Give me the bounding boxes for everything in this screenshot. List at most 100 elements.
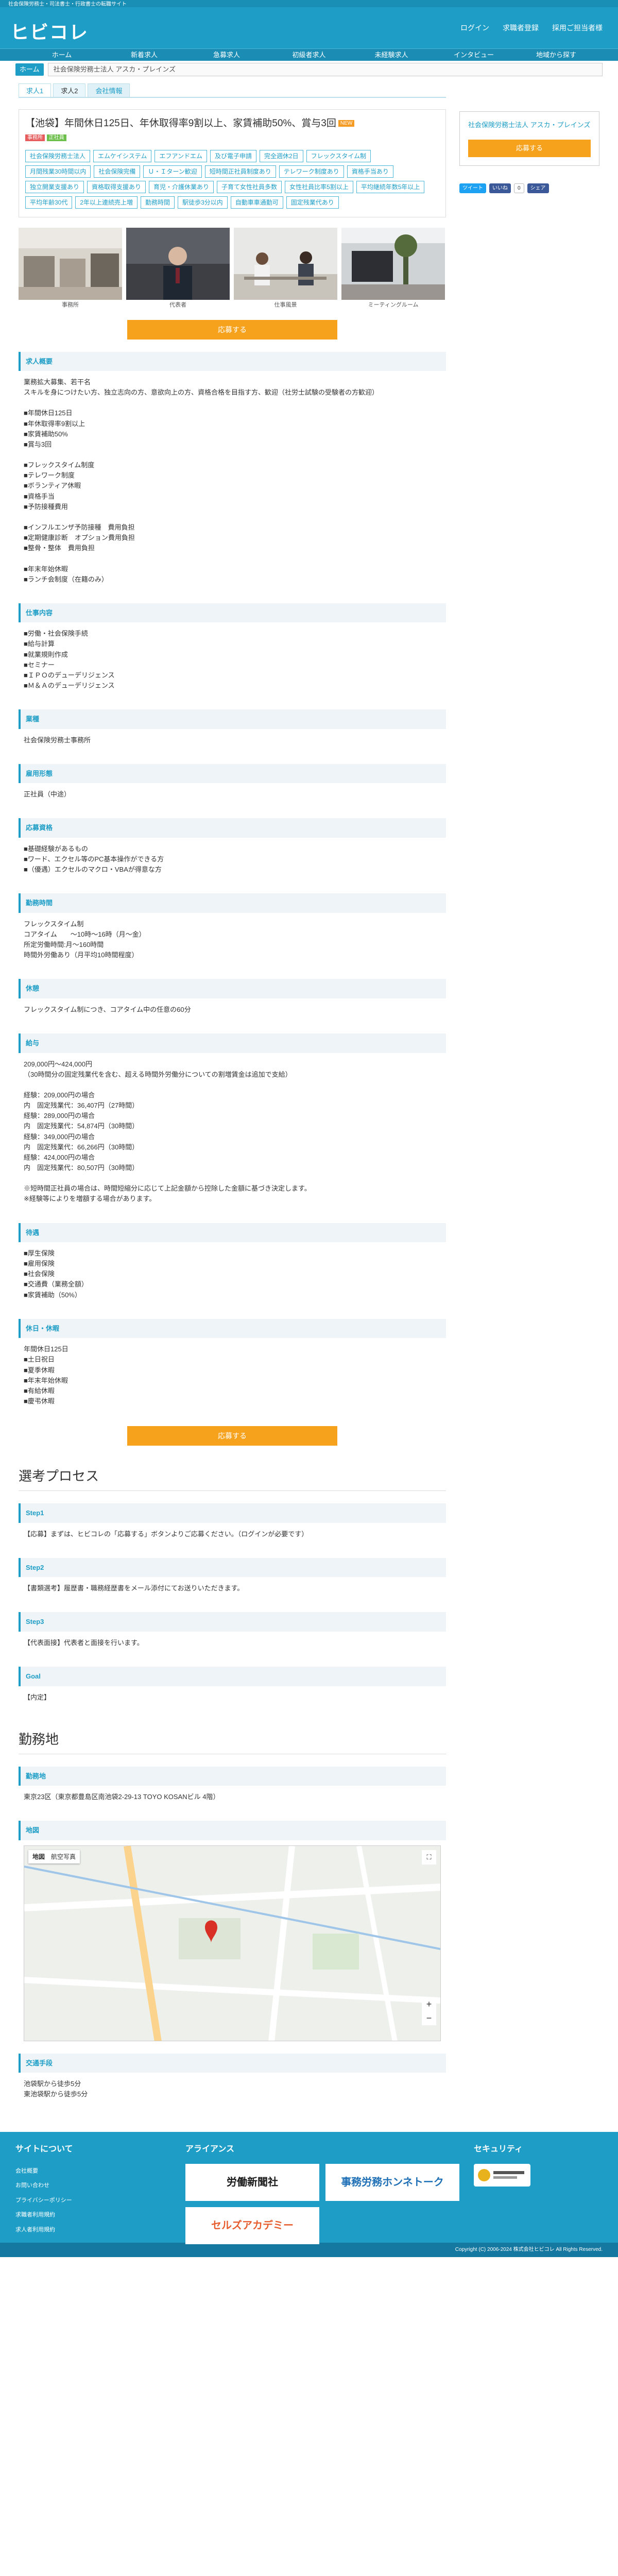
breadcrumb-current: 社会保険労務士法人 アスカ・プレインズ	[47, 63, 603, 76]
section-head: 求人概要	[19, 351, 446, 371]
job-sections: 求人概要 業務拡大募集、若干名 スキルを身につけたい方、独立志向の方、意欲向上の方…	[19, 351, 446, 1413]
zoom-control[interactable]: + −	[422, 1997, 436, 2025]
like-count: 0	[514, 183, 524, 193]
address-head: 勤務地	[19, 1766, 446, 1786]
like-button[interactable]: いいね	[489, 183, 511, 193]
tab-job1[interactable]: 求人1	[19, 83, 52, 97]
footer-link[interactable]: お問い合わせ	[15, 2181, 185, 2190]
tweet-button[interactable]: ツイート	[459, 183, 486, 193]
job-tag[interactable]: 勤務時間	[141, 196, 175, 209]
footer-about-title: サイトについて	[15, 2144, 73, 2154]
gnav-inexperienced[interactable]: 未経験求人	[350, 49, 433, 61]
footer-link[interactable]: 求職者利用規約	[15, 2211, 185, 2219]
job-section: 休日・休暇 年間休日125日 ■土日祝日 ■夏季休暇 ■年末年始休暇 ■有給休暇 …	[19, 1318, 446, 1413]
selection-step: Step3 【代表面接】代表者と面接を行います。	[19, 1612, 446, 1654]
company-name[interactable]: 社会保険労務士法人 アスカ・プレインズ	[468, 120, 591, 130]
gnav-interview[interactable]: インタビュー	[433, 49, 515, 61]
social-buttons: ツイート いいね 0 シェア	[459, 183, 599, 193]
step-title: Step3	[19, 1612, 446, 1632]
photo-office[interactable]: 事務所	[19, 228, 122, 310]
job-section: 雇用形態 正社員（中途）	[19, 764, 446, 806]
location-heading: 勤務地	[19, 1730, 446, 1754]
footer-link[interactable]: プライバシーポリシー	[15, 2196, 185, 2205]
job-tag[interactable]: 平均年齢30代	[25, 196, 73, 209]
employer-link[interactable]: 採用ご担当者様	[552, 23, 603, 33]
selection-step: Goal 【内定】	[19, 1667, 446, 1709]
job-tag[interactable]: 短時間正社員制度あり	[204, 165, 276, 178]
job-tag[interactable]: 駅徒歩3分以内	[178, 196, 228, 209]
section-head: 待遇	[19, 1223, 446, 1243]
job-tag[interactable]: 及び電子申請	[210, 150, 256, 163]
job-tag[interactable]: エムケイシステム	[93, 150, 152, 163]
photo-caption: 代表者	[169, 302, 186, 308]
selection-steps: Step1 【応募】まずは、ヒビコレの「応募する」ボタンよりご応募ください。（ログ…	[19, 1503, 446, 1709]
job-tag[interactable]: 社会保険完備	[94, 165, 141, 178]
access-body: 池袋駅から徒歩5分 東池袋駅から徒歩5分	[24, 2080, 88, 2098]
job-tag[interactable]: 資格取得支援あり	[87, 181, 146, 194]
footer-alliance: アライアンス 労働新聞社 事務労務ホンネトーク セルズアカデミー	[185, 2143, 474, 2244]
embedded-map[interactable]: 地図 航空写真 ⛶ + −	[24, 1845, 441, 2041]
map-tab-satellite[interactable]: 航空写真	[51, 1853, 76, 1860]
selection-step: Step1 【応募】まずは、ヒビコレの「応募する」ボタンよりご応募ください。（ログ…	[19, 1503, 446, 1546]
fullscreen-icon[interactable]: ⛶	[422, 1850, 436, 1865]
selection-step: Step2 【書類選考】履歴書・職務経歴書をメール添付にてお送りいただきます。	[19, 1557, 446, 1600]
job-tag[interactable]: 女性社員比率5割以上	[285, 181, 353, 194]
share-button[interactable]: シェア	[527, 183, 549, 193]
job-tag[interactable]: 月間残業30時間以内	[25, 165, 91, 178]
job-tag[interactable]: Ｕ・Ｉターン歓迎	[143, 165, 202, 178]
apply-button-top[interactable]: 応募する	[127, 319, 337, 340]
banner-rodo[interactable]: 労働新聞社	[185, 2163, 319, 2201]
section-head: 仕事内容	[19, 603, 446, 623]
job-tag[interactable]: 2年以上連続売上増	[75, 196, 138, 209]
job-tag[interactable]: 子育て女性社員多数	[217, 181, 282, 194]
job-tag[interactable]: 社会保険労務士法人	[25, 150, 91, 163]
footer-link[interactable]: 会社概要	[15, 2167, 185, 2176]
selection-heading: 選考プロセス	[19, 1466, 446, 1492]
job-section: 仕事内容 ■労働・社会保険手続 ■給与計算 ■就業規則作成 ■セミナー ■ＩＰＯの…	[19, 603, 446, 697]
step-body: 【代表面接】代表者と面接を行います。	[24, 1638, 144, 1647]
gnav-urgent[interactable]: 急募求人	[185, 49, 268, 61]
breadcrumb: ホーム 社会保険労務士法人 アスカ・プレインズ	[0, 61, 618, 78]
map-tab-map[interactable]: 地図	[32, 1853, 45, 1860]
job-tag[interactable]: フレックスタイム制	[306, 150, 371, 163]
map-type-toggle[interactable]: 地図 航空写真	[28, 1850, 80, 1863]
work-image	[234, 228, 337, 300]
job-tag[interactable]: 独立開業支援あり	[25, 181, 84, 194]
site-logo[interactable]: ヒビコレ	[10, 19, 89, 46]
job-tag[interactable]: 育児・介護休業あり	[149, 181, 214, 194]
banner-cells[interactable]: セルズアカデミー	[185, 2207, 319, 2244]
apply-button-bottom[interactable]: 応募する	[127, 1426, 337, 1446]
tab-company[interactable]: 会社情報	[88, 83, 130, 97]
step-body: 【内定】	[24, 1693, 51, 1701]
gnav-beginner[interactable]: 初級者求人	[268, 49, 350, 61]
photo-meeting[interactable]: ミーティングルーム	[341, 228, 445, 310]
section-head: 応募資格	[19, 818, 446, 838]
main-content: 求人1 求人2 会社情報 【池袋】年間休日125日、年休取得率9割以上、家賃補助…	[19, 78, 446, 2106]
ssl-seal[interactable]	[474, 2163, 530, 2187]
job-tag[interactable]: 完全週休2日	[259, 150, 303, 163]
photo-work[interactable]: 仕事風景	[234, 228, 337, 310]
register-link[interactable]: 求職者登録	[503, 23, 539, 33]
photo-ceo[interactable]: 代表者	[126, 228, 230, 310]
banner-jimu[interactable]: 事務労務ホンネトーク	[325, 2163, 459, 2201]
job-tag[interactable]: 固定残業代あり	[286, 196, 339, 209]
footer-link[interactable]: 求人者利用規約	[15, 2226, 185, 2234]
side-apply-button[interactable]: 応募する	[468, 139, 591, 157]
job-section: 休憩 フレックスタイム制につき、コアタイム中の任意の60分	[19, 979, 446, 1021]
job-tag[interactable]: 平均継続年数5年以上	[356, 181, 425, 194]
gnav-new[interactable]: 新着求人	[103, 49, 185, 61]
job-tag[interactable]: テレワーク制度あり	[279, 165, 344, 178]
job-tag[interactable]: 自動車車通勤可	[230, 196, 283, 209]
login-link[interactable]: ログイン	[460, 23, 489, 33]
job-tag[interactable]: 資格手当あり	[347, 165, 393, 178]
job-tag[interactable]: エフアンドエム	[154, 150, 207, 163]
gnav-home[interactable]: ホーム	[21, 49, 103, 61]
photo-caption: ミーティングルーム	[368, 302, 419, 308]
section-body: フレックスタイム制につき、コアタイム中の任意の60分	[24, 1005, 191, 1013]
site-footer: サイトについて 会社概要 お問い合わせ プライバシーポリシー 求職者利用規約 求…	[0, 2131, 618, 2244]
gnav-region[interactable]: 地域から探す	[515, 49, 597, 61]
tab-job2[interactable]: 求人2	[53, 83, 86, 97]
breadcrumb-home[interactable]: ホーム	[15, 63, 44, 76]
photo-gallery: 事務所 代表者 仕事風景 ミーティングルーム	[19, 228, 446, 310]
photo-caption: 事務所	[62, 302, 79, 308]
